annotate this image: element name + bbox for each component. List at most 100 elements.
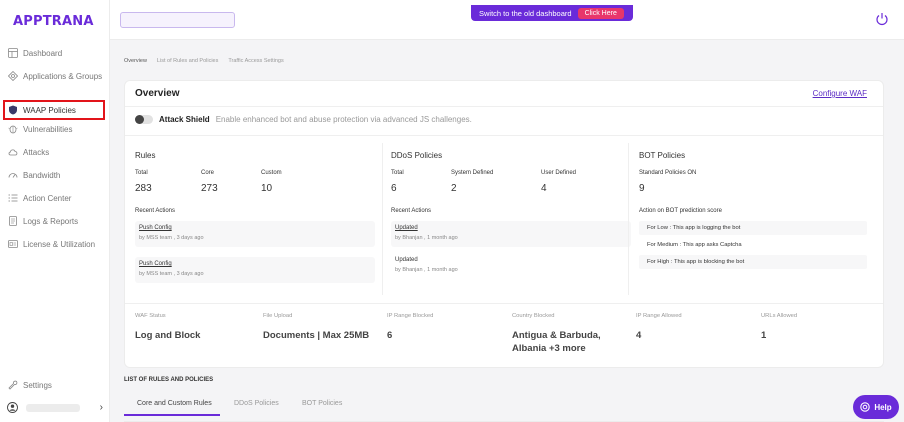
sidebar-item-settings[interactable]: Settings: [8, 380, 52, 390]
summary-cell-file-upload: File Upload Documents | Max 25MB: [263, 313, 369, 342]
sidebar-item-label: Applications & Groups: [23, 72, 103, 81]
breadcrumb: Overview List of Rules and Policies Traf…: [124, 58, 284, 64]
user-menu[interactable]: ›: [7, 402, 103, 413]
ddos-action-title[interactable]: Updated: [395, 225, 627, 231]
tab-bot-policies[interactable]: BOT Policies: [302, 400, 342, 407]
ddos-total-value: 6: [391, 183, 397, 194]
summary-cell-ip-allowed: IP Range Allowed 4: [636, 313, 682, 342]
sidebar-item-label: Dashboard: [23, 49, 63, 58]
rules-action-title[interactable]: Push Config: [139, 225, 371, 231]
ddos-action-title: Updated: [395, 257, 418, 263]
overview-card: Overview Configure WAF Attack Shield Ena…: [124, 80, 884, 368]
cloud-icon: [8, 149, 18, 156]
sidebar-item-applications[interactable]: Applications & Groups: [0, 67, 110, 100]
power-icon[interactable]: [875, 12, 889, 26]
divider: [125, 106, 883, 107]
rules-action-sub: by MSS team , 3 days ago: [139, 235, 204, 241]
breadcrumb-rules-policies[interactable]: List of Rules and Policies: [157, 58, 218, 64]
rules-custom-label: Custom: [261, 170, 282, 176]
breadcrumb-overview[interactable]: Overview: [124, 58, 147, 64]
sidebar-item-label: WAAP Policies: [23, 105, 76, 115]
sidebar-item-bandwidth[interactable]: Bandwidth: [0, 166, 110, 189]
dashboard-icon: [8, 48, 18, 58]
policy-summary-row: WAF Status Log and Block File Upload Doc…: [125, 303, 885, 369]
bug-icon: [8, 125, 18, 134]
overview-title: Overview: [135, 88, 180, 99]
breadcrumb-traffic-access[interactable]: Traffic Access Settings: [228, 58, 283, 64]
sidebar-nav: Dashboard Applications & Groups WAAP Pol…: [0, 44, 110, 258]
bot-score-label: Action on BOT prediction score: [639, 208, 722, 214]
sidebar-item-label: Vulnerabilities: [23, 125, 73, 134]
ddos-system-value: 2: [451, 183, 457, 194]
sidebar-item-logs-reports[interactable]: Logs & Reports: [0, 212, 110, 235]
summary-label: URLs Allowed: [761, 313, 798, 319]
attack-shield-toggle[interactable]: [135, 115, 153, 124]
tab-core-custom-rules[interactable]: Core and Custom Rules: [137, 400, 212, 407]
summary-label: IP Range Allowed: [636, 313, 682, 319]
rules-title: Rules: [135, 151, 156, 160]
rules-section: Rules Total 283 Core 273 Custom 10 Recen…: [135, 143, 375, 301]
sidebar-item-label: Bandwidth: [23, 171, 61, 180]
rules-core-label: Core: [201, 170, 215, 176]
help-icon: [860, 402, 871, 412]
sidebar-item-vulnerabilities[interactable]: Vulnerabilities: [0, 120, 110, 143]
help-button[interactable]: Help: [853, 395, 899, 419]
ddos-user-label: User Defined: [541, 170, 577, 176]
divider: [628, 143, 629, 295]
sidebar-item-license-utilization[interactable]: License & Utilization: [0, 235, 110, 258]
bot-title: BOT Policies: [639, 151, 686, 160]
sidebar: APPTRANA Dashboard Applications & Groups…: [0, 0, 110, 422]
ddos-section: DDoS Policies Total 6 System Defined 2 U…: [391, 143, 631, 301]
wrench-icon: [8, 380, 18, 390]
rules-total-label: Total: [135, 170, 148, 176]
shield-icon: [9, 105, 17, 115]
rules-recent-label: Recent Actions: [135, 208, 176, 214]
sidebar-item-dashboard[interactable]: Dashboard: [0, 44, 110, 67]
gauge-icon: [8, 173, 18, 178]
rules-total-value: 283: [135, 183, 152, 194]
help-label: Help: [874, 402, 892, 412]
user-name-redacted: [26, 403, 80, 412]
sidebar-item-waap-policies[interactable]: WAAP Policies: [3, 100, 105, 120]
ddos-action-sub: by Bhanjan , 1 month ago: [395, 235, 458, 241]
summary-label: File Upload: [263, 313, 293, 319]
click-here-button[interactable]: Click Here: [577, 7, 624, 19]
rules-action-title[interactable]: Push Config: [139, 261, 371, 267]
summary-cell-country-blocked: Country Blocked Antigua & Barbuda, Alban…: [512, 313, 622, 355]
rules-action-item: Push Config by MSS team , 3 days ago: [135, 221, 375, 247]
applications-icon: [8, 71, 18, 81]
bot-score-row: For Medium : This app asks Captcha: [639, 238, 867, 252]
summary-label: WAF Status: [135, 313, 166, 319]
divider: [382, 143, 383, 295]
bot-section: BOT Policies Standard Policies ON 9 Acti…: [639, 143, 879, 301]
summary-value: Antigua & Barbuda, Albania +3 more: [512, 330, 601, 354]
attack-shield-label: Attack Shield: [159, 115, 210, 124]
bot-score-row: For High : This app is blocking the bot: [639, 255, 867, 269]
sidebar-item-label: Logs & Reports: [23, 217, 79, 226]
apptrana-logo[interactable]: APPTRANA: [13, 14, 94, 29]
rules-custom-value: 10: [261, 183, 273, 194]
rules-tabs: Core and Custom Rules DDoS Policies BOT …: [124, 392, 884, 422]
ddos-title: DDoS Policies: [391, 151, 443, 160]
old-dashboard-banner: Switch to the old dashboard Click Here: [471, 5, 633, 21]
application-selector[interactable]: [120, 12, 235, 28]
ddos-action-sub: by Bhanjan , 1 month ago: [395, 267, 458, 273]
list-icon: [8, 194, 18, 202]
divider: [125, 135, 883, 136]
sidebar-item-action-center[interactable]: Action Center: [0, 189, 110, 212]
summary-cell-waf-status: WAF Status Log and Block: [135, 313, 200, 342]
ddos-action-item: Updated by Bhanjan , 1 month ago: [391, 253, 631, 279]
banner-text: Switch to the old dashboard: [479, 8, 572, 18]
sidebar-item-attacks[interactable]: Attacks: [0, 143, 110, 166]
user-avatar-icon: [7, 402, 18, 413]
summary-label: Country Blocked: [512, 313, 555, 319]
summary-value: Log and Block: [135, 330, 201, 341]
rules-core-value: 273: [201, 183, 218, 194]
summary-value: 6: [387, 330, 393, 341]
active-tab-indicator: [124, 414, 220, 416]
rules-action-item: Push Config by MSS team , 3 days ago: [135, 257, 375, 283]
configure-waf-link[interactable]: Configure WAF: [813, 89, 867, 98]
list-title: LIST OF RULES AND POLICIES: [124, 377, 214, 383]
summary-value: 4: [636, 330, 642, 341]
tab-ddos-policies[interactable]: DDoS Policies: [234, 400, 279, 407]
